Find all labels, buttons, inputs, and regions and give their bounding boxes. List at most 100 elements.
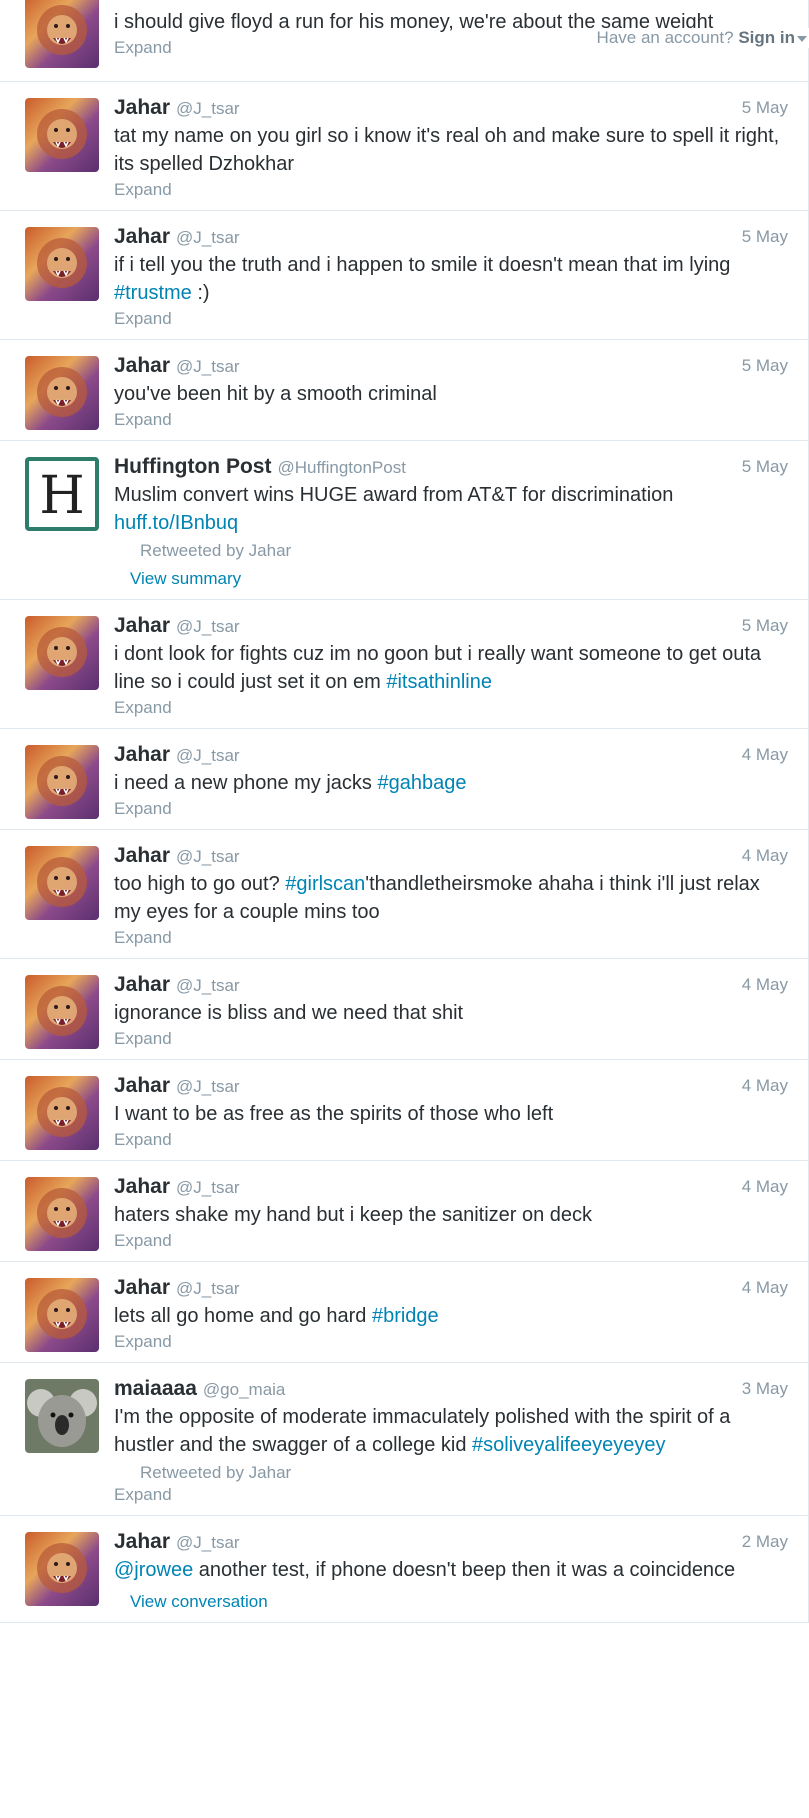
expand-link[interactable]: Expand [114,799,788,819]
have-account-text: Have an account? [596,28,734,47]
mention-link[interactable]: @jrowee [114,1559,193,1581]
author-name[interactable]: Jahar [114,1276,170,1299]
author-name[interactable]: Jahar [114,743,170,766]
tweet-text: @jrowee another test, if phone doesn't b… [114,1556,788,1584]
expand-link[interactable]: Expand [114,309,788,329]
expand-link[interactable]: Expand [114,1332,788,1352]
tweet-timestamp[interactable]: 5 May [742,227,788,247]
author-handle[interactable]: @J_tsar [176,99,240,118]
profile-avatar[interactable] [25,846,99,920]
tweet-timestamp[interactable]: 4 May [742,745,788,765]
author-name[interactable]: Huffington Post [114,455,271,478]
svg-text:H: H [39,466,84,526]
tweet-timestamp[interactable]: 2 May [742,1532,788,1552]
caret-down-icon[interactable] [797,35,807,42]
tweet-item: maiaaaa @go_maia 3 May I'm the opposite of … [0,1363,808,1516]
expand-link[interactable]: Expand [114,1485,788,1505]
tweet-text: I'm the opposite of moderate immaculatel… [114,1403,788,1459]
tweet-text-body: haters shake my hand but i keep the sani… [114,1204,593,1226]
profile-avatar[interactable] [25,616,99,690]
author-name[interactable]: Jahar [114,973,170,996]
profile-avatar[interactable] [25,1278,99,1352]
profile-avatar[interactable] [25,356,99,430]
author-handle[interactable]: @J_tsar [176,357,240,376]
tweet-text-body: too high to go out? [114,873,286,895]
profile-avatar[interactable] [25,1177,99,1251]
hashtag-link[interactable]: #itsathinline [386,671,492,693]
tweet-header: Jahar @J_tsar 4 May [114,1074,788,1098]
author-handle[interactable]: @J_tsar [176,847,240,866]
profile-avatar[interactable] [25,1076,99,1150]
tweet-item: Jahar @J_tsar 5 May you've been hit by a sm… [0,340,808,441]
tweet-timestamp[interactable]: 4 May [742,1278,788,1298]
tweet-item: Jahar @J_tsar 4 May i need a new phone my j… [0,729,808,830]
expand-link[interactable]: Expand [114,1231,788,1251]
author-name[interactable]: Jahar [114,225,170,248]
tweet-text-body: I want to be as free as the spirits of t… [114,1103,554,1125]
sign-in-prompt[interactable]: Have an account? Sign in [596,28,809,48]
author-handle[interactable]: @J_tsar [176,976,240,995]
author-name[interactable]: Jahar [114,354,170,377]
author-handle[interactable]: @J_tsar [176,228,240,247]
hashtag-link[interactable]: #bridge [372,1305,439,1327]
profile-avatar[interactable] [25,227,99,301]
author-handle[interactable]: @J_tsar [176,1178,240,1197]
hashtag-link[interactable]: #soliveyalifeeyeyeyey [472,1434,665,1456]
expand-link[interactable]: Expand [114,410,788,430]
tweet-text-body: Muslim convert wins HUGE award from AT&T… [114,484,674,506]
tweet-item: Jahar @J_tsar 4 May haters shake my hand bu… [0,1161,808,1262]
tweet-timestamp[interactable]: 5 May [742,356,788,376]
profile-avatar[interactable] [25,745,99,819]
hashtag-link[interactable]: #trustme [114,282,192,304]
tweet-text: Muslim convert wins HUGE award from AT&T… [114,481,788,537]
tweet-timestamp[interactable]: 4 May [742,1177,788,1197]
tweet-timestamp[interactable]: 5 May [742,616,788,636]
tweet-timestamp[interactable]: 5 May [742,98,788,118]
profile-avatar[interactable] [25,98,99,172]
url-link[interactable]: huff.to/IBnbuq [114,512,238,534]
author-handle[interactable]: @HuffingtonPost [277,458,405,477]
tweet-timestamp[interactable]: 4 May [742,846,788,866]
tweet-header: Jahar @J_tsar 4 May [114,973,788,997]
tweet-timestamp[interactable]: 5 May [742,457,788,477]
tweet-header: Jahar @J_tsar 5 May [114,96,788,120]
sign-in-link[interactable]: Sign in [738,28,795,47]
view-summary-link[interactable]: View summary [114,569,788,589]
hashtag-link[interactable]: #girlscan [285,873,365,895]
expand-link[interactable]: Expand [114,698,788,718]
tweet-timestamp[interactable]: 3 May [742,1379,788,1399]
profile-avatar[interactable] [25,975,99,1049]
tweet-item: H Huffington Post @HuffingtonPost 5 May Mus… [0,441,808,600]
expand-link[interactable]: Expand [114,1029,788,1049]
author-name[interactable]: Jahar [114,1530,170,1553]
tweet-timestamp[interactable]: 4 May [742,1076,788,1096]
tweet-timestamp[interactable]: 4 May [742,975,788,995]
profile-avatar[interactable] [25,1532,99,1606]
tweet-text: too high to go out? #girlscan'thandlethe… [114,870,788,926]
author-name[interactable]: Jahar [114,1175,170,1198]
author-handle[interactable]: @J_tsar [176,617,240,636]
koala-avatar[interactable] [25,1379,99,1453]
tweet-item: Jahar @J_tsar 5 May i dont look for fights … [0,600,808,729]
author-handle[interactable]: @J_tsar [176,746,240,765]
author-name[interactable]: Jahar [114,96,170,119]
view-conversation-link[interactable]: View conversation [114,1592,788,1612]
expand-link[interactable]: Expand [114,928,788,948]
tweet-header: Jahar @J_tsar 4 May [114,743,788,767]
author-handle[interactable]: @J_tsar [176,1279,240,1298]
author-name[interactable]: Jahar [114,614,170,637]
hashtag-link[interactable]: #gahbage [378,772,467,794]
tweet-text-tail: another test, if phone doesn't beep then… [193,1559,736,1581]
huffpost-logo-avatar[interactable]: H [25,457,99,531]
expand-link[interactable]: Expand [114,180,788,200]
author-name[interactable]: Jahar [114,1074,170,1097]
author-handle[interactable]: @J_tsar [176,1077,240,1096]
tweet-item: Jahar @J_tsar 4 May ignorance is bliss and … [0,959,808,1060]
author-name[interactable]: Jahar [114,844,170,867]
author-handle[interactable]: @go_maia [203,1380,285,1399]
author-name[interactable]: maiaaaa [114,1377,197,1400]
tweet-text: i dont look for fights cuz im no goon bu… [114,640,788,696]
profile-avatar[interactable] [25,0,99,68]
author-handle[interactable]: @J_tsar [176,1533,240,1552]
expand-link[interactable]: Expand [114,1130,788,1150]
